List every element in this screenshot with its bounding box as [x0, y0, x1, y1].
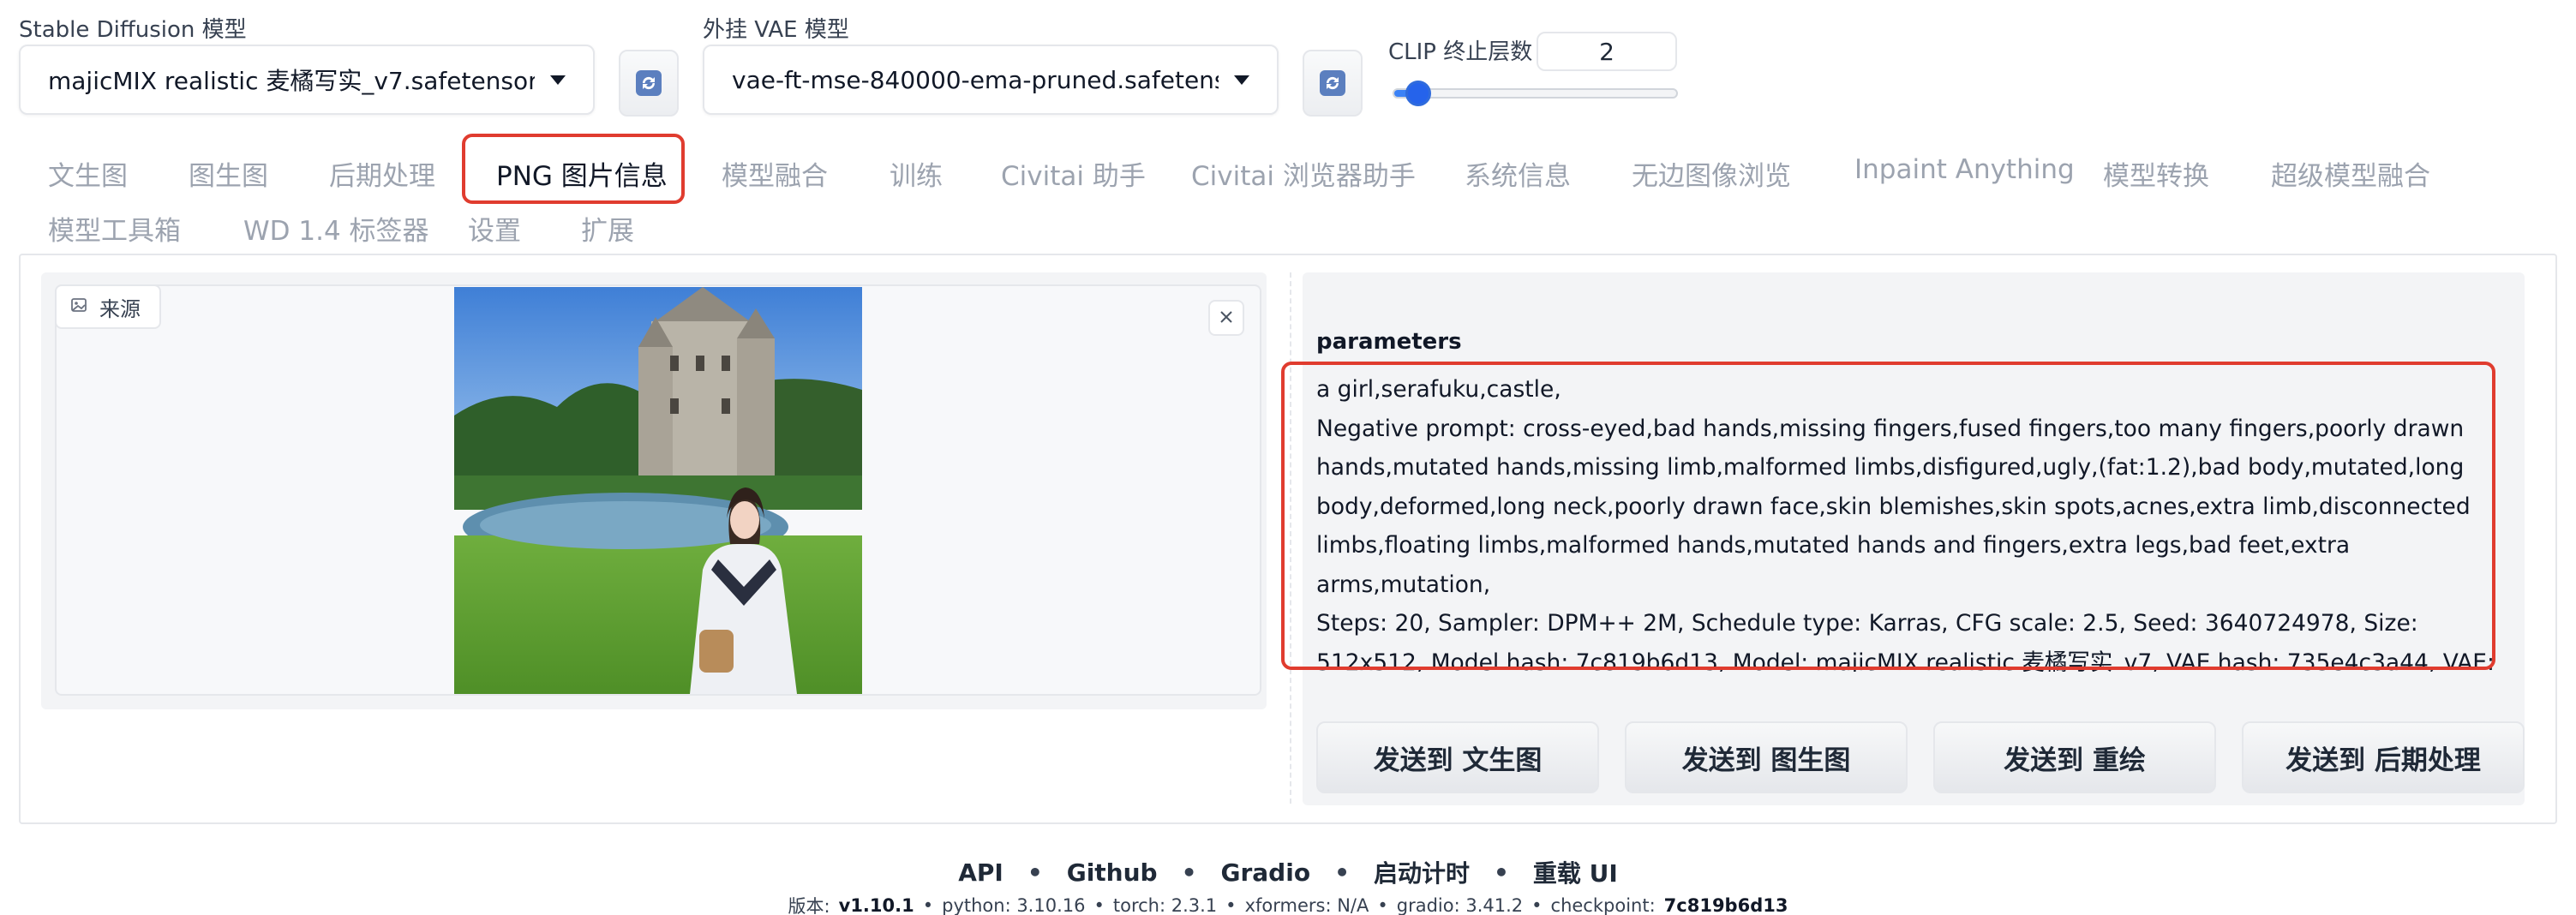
- torch-version: torch: 2.3.1: [1112, 895, 1218, 915]
- version-label: 版本:: [788, 896, 830, 915]
- footer-separator: •: [1334, 858, 1350, 887]
- send-to-img2img-button[interactable]: 发送到 图生图: [1625, 721, 1908, 793]
- tab-wd14-tagger[interactable]: WD 1.4 标签器: [243, 209, 429, 248]
- tab-infinite-image-browsing[interactable]: 无边图像浏览: [1632, 154, 1791, 193]
- tab-extras[interactable]: 后期处理: [329, 154, 435, 193]
- tab-checkpoint-merger[interactable]: 模型融合: [722, 154, 828, 193]
- clear-image-button[interactable]: [1208, 300, 1244, 336]
- footer-separator: •: [1093, 895, 1105, 915]
- model-refresh-button[interactable]: [619, 50, 679, 117]
- footer-separator: •: [1225, 895, 1237, 915]
- tab-system-info[interactable]: 系统信息: [1465, 154, 1571, 193]
- vae-dropdown-value: vae-ft-mse-840000-ema-pruned.safetensors: [732, 65, 1219, 94]
- image-icon: [70, 295, 87, 319]
- tab-settings[interactable]: 设置: [468, 209, 521, 248]
- vae-refresh-button[interactable]: [1303, 50, 1363, 117]
- tab-civitai-browser[interactable]: Civitai 浏览器助手: [1191, 154, 1416, 193]
- footer-separator: •: [1027, 858, 1043, 887]
- tab-img2img[interactable]: 图生图: [189, 154, 268, 193]
- clip-skip-slider[interactable]: [1393, 88, 1678, 99]
- python-version: python: 3.10.16: [942, 895, 1086, 915]
- model-dropdown[interactable]: majicMIX realistic 麦橘写实_v7.safetensors […: [19, 45, 595, 115]
- footer-links: API • Github • Gradio • 启动计时 • 重载 UI: [0, 855, 2576, 889]
- chevron-down-icon: [1234, 75, 1249, 85]
- tab-inpaint-anything[interactable]: Inpaint Anything: [1854, 154, 2075, 185]
- footer-link-gradio[interactable]: Gradio: [1221, 858, 1311, 887]
- model-selector-label: Stable Diffusion 模型: [19, 17, 247, 43]
- footer-link-reload-ui[interactable]: 重载 UI: [1533, 855, 1618, 889]
- tab-model-toolkit[interactable]: 模型工具箱: [48, 209, 181, 248]
- source-label-text: 来源: [99, 296, 141, 321]
- clip-skip-input[interactable]: 2: [1537, 32, 1677, 71]
- footer-separator: •: [922, 895, 934, 915]
- uploaded-photo: [454, 287, 862, 694]
- parameters-title: parameters: [1316, 329, 1462, 355]
- footer-separator: •: [1181, 858, 1197, 887]
- clip-skip-label: CLIP 终止层数: [1388, 39, 1533, 65]
- send-to-extras-button[interactable]: 发送到 后期处理: [2242, 721, 2525, 793]
- footer-separator: •: [1531, 895, 1543, 915]
- tab-super-merger[interactable]: 超级模型融合: [2271, 154, 2430, 193]
- footer-link-startup-profile[interactable]: 启动计时: [1374, 855, 1470, 889]
- footer-link-github[interactable]: Github: [1067, 858, 1158, 887]
- footer-link-api[interactable]: API: [958, 858, 1003, 887]
- refresh-icon: [636, 70, 662, 96]
- tab-extensions[interactable]: 扩展: [581, 209, 634, 248]
- refresh-icon: [1320, 70, 1345, 96]
- version-value: v1.10.1: [838, 895, 914, 915]
- send-to-inpaint-button[interactable]: 发送到 重绘: [1933, 721, 2216, 793]
- parameters-highlight: [1281, 362, 2495, 670]
- footer-separator: •: [1377, 895, 1388, 915]
- tab-model-converter[interactable]: 模型转换: [2103, 154, 2209, 193]
- clip-skip-slider-thumb[interactable]: [1405, 81, 1431, 106]
- xformers-version: xformers: N/A: [1244, 895, 1369, 915]
- tab-civitai-helper[interactable]: Civitai 助手: [1001, 154, 1146, 193]
- model-dropdown-value: majicMIX realistic 麦橘写实_v7.safetensors […: [48, 67, 535, 95]
- vae-selector-label: 外挂 VAE 模型: [703, 17, 849, 43]
- active-tab-highlight: [462, 134, 685, 204]
- checkpoint-value: 7c819b6d13: [1663, 895, 1788, 915]
- tab-train[interactable]: 训练: [890, 154, 943, 193]
- tab-txt2img[interactable]: 文生图: [48, 154, 128, 193]
- checkpoint-label: checkpoint:: [1550, 895, 1656, 915]
- footer-separator: •: [1493, 858, 1509, 887]
- chevron-down-icon: [550, 75, 566, 85]
- source-label: 来源: [55, 284, 161, 329]
- close-icon: [1219, 305, 1234, 331]
- gradio-version: gradio: 3.41.2: [1396, 895, 1524, 915]
- vae-dropdown[interactable]: vae-ft-mse-840000-ema-pruned.safetensors: [703, 45, 1279, 115]
- send-to-txt2img-button[interactable]: 发送到 文生图: [1316, 721, 1599, 793]
- footer-versions: 版本: v1.10.1 • python: 3.10.16 • torch: 2.…: [0, 893, 2576, 915]
